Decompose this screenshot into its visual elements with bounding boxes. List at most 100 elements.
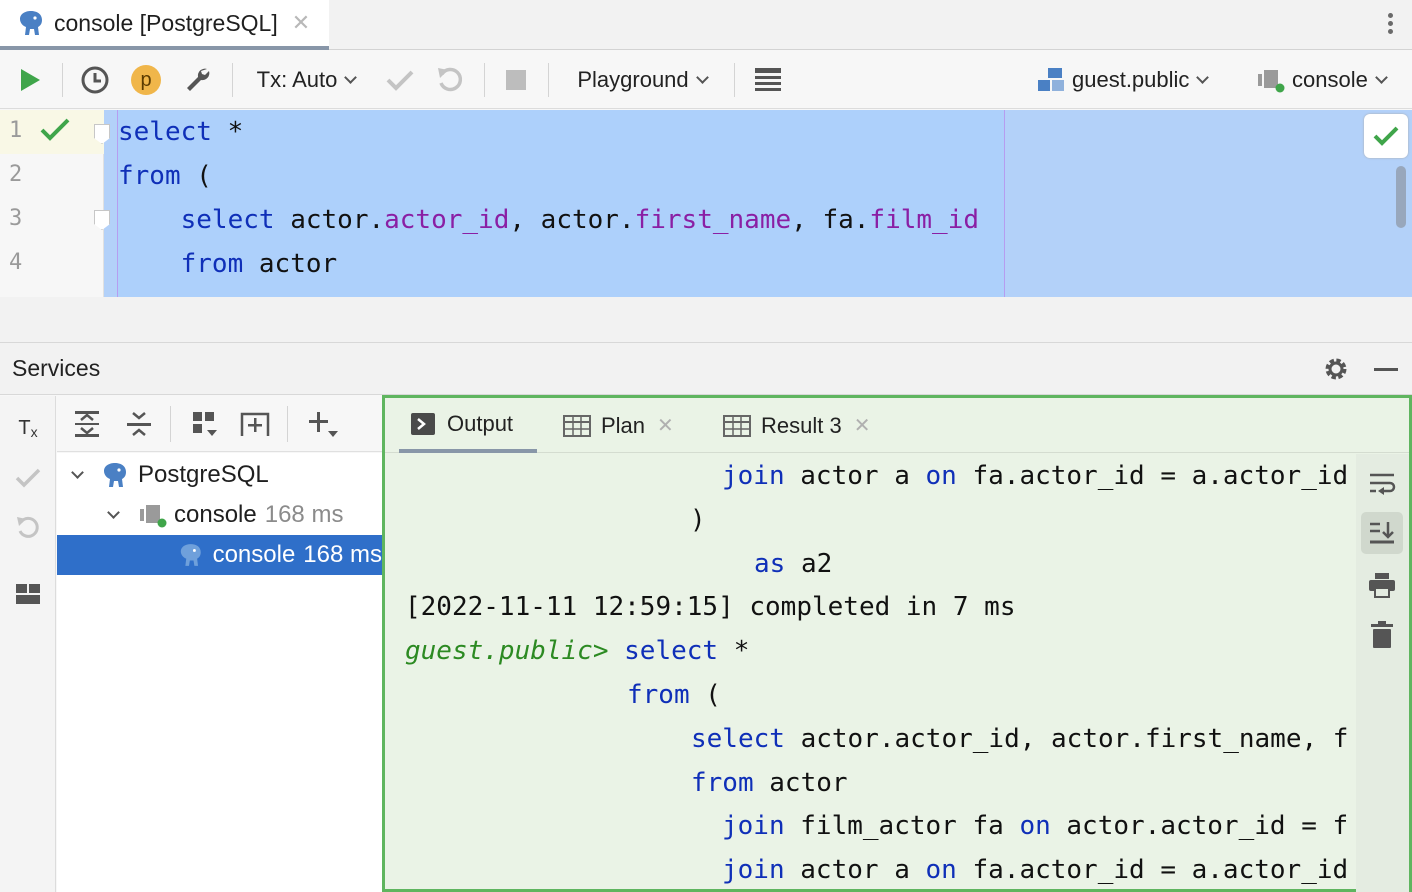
close-tab-icon[interactable]: ✕ — [854, 413, 871, 438]
playground-dropdown[interactable]: Playground — [562, 51, 722, 109]
tab-plan[interactable]: Plan ✕ — [563, 398, 674, 453]
console-token: on — [1019, 811, 1051, 842]
code-token: , actor. — [509, 205, 635, 235]
console-token: ( — [689, 680, 721, 710]
console-icon — [411, 412, 435, 435]
code-line[interactable]: from ( — [118, 154, 212, 198]
session-label: console — [1292, 67, 1368, 92]
commit-button[interactable] — [380, 51, 420, 109]
console-token: join — [722, 855, 785, 886]
print-button[interactable] — [1361, 564, 1403, 606]
gutter-line: 3 — [0, 198, 110, 242]
console-line: from ( — [627, 673, 721, 717]
tx-mode-label: Tx: Auto — [256, 67, 338, 92]
code-token: select — [180, 205, 275, 235]
checkmark-icon — [386, 70, 414, 91]
console-token — [609, 636, 625, 666]
tree-node-console-session[interactable]: console 168 ms — [57, 495, 382, 535]
settings-wrench-button[interactable] — [176, 51, 220, 109]
console-token: on — [925, 855, 957, 886]
gutter-line: 4 — [0, 242, 104, 286]
line-number: 2 — [9, 162, 23, 187]
expand-all-button[interactable] — [69, 406, 105, 442]
soft-wrap-button[interactable] — [1361, 462, 1403, 504]
scroll-to-end-button[interactable] — [1361, 512, 1403, 554]
add-service-button[interactable] — [305, 406, 341, 442]
new-tab-button[interactable] — [237, 406, 273, 442]
commit-button[interactable] — [8, 458, 48, 498]
console-token: guest.public> — [405, 636, 609, 667]
services-side-toolbar: Tx — [0, 396, 56, 892]
console-token: actor.actor_id = f — [1050, 811, 1349, 842]
chevron-down-icon[interactable] — [107, 505, 120, 519]
chevron-down-icon — [1196, 70, 1210, 84]
console-line: [2022-11-11 12:59:15] completed in 7 ms — [405, 585, 1015, 629]
history-button[interactable] — [74, 51, 116, 109]
editor-scrollbar[interactable] — [1396, 166, 1406, 228]
tree-node-time: 168 ms — [264, 501, 344, 528]
console-token: as — [754, 548, 786, 579]
chevron-down-icon[interactable] — [71, 465, 84, 479]
collapse-all-button[interactable] — [121, 406, 157, 442]
execute-button[interactable] — [10, 51, 50, 109]
layout-button[interactable] — [8, 574, 48, 614]
more-options-icon[interactable] — [1380, 10, 1400, 40]
console-token: join — [722, 461, 785, 491]
soft-wrap-icon — [1370, 473, 1396, 495]
services-tree-toolbar — [57, 396, 382, 452]
stop-icon — [506, 70, 526, 90]
hide-panel-button[interactable] — [1370, 353, 1402, 385]
services-title: Services — [12, 355, 101, 381]
settings-gear-button[interactable] — [1320, 353, 1352, 385]
tab-console-postgresql[interactable]: console [PostgreSQL] ✕ — [0, 0, 329, 50]
code-line[interactable]: select actor.actor_id, actor.first_name,… — [118, 198, 979, 242]
minimize-icon — [1374, 367, 1398, 371]
code-token: select — [118, 117, 212, 147]
tab-output[interactable]: Output — [399, 398, 537, 453]
code-area[interactable]: select * from ( select actor.actor_id, a… — [117, 110, 1005, 297]
fold-marker-icon[interactable] — [94, 124, 110, 144]
stop-button[interactable] — [496, 51, 536, 109]
tree-node-postgresql[interactable]: PostgreSQL — [57, 455, 382, 495]
editor-toolbar: p Tx: Auto Playground guest.public conso… — [0, 51, 1412, 109]
schema-dropdown[interactable]: guest.public — [1036, 51, 1230, 109]
tx-icon[interactable]: Tx — [8, 408, 48, 448]
sql-editor[interactable]: 1 2 3 4 select * from ( select actor.act… — [0, 110, 1412, 297]
panel-splitter[interactable] — [0, 297, 1412, 343]
console-output[interactable]: join actor a on fa.actor_id = a.actor_id… — [385, 454, 1356, 892]
fold-marker-icon[interactable] — [94, 210, 110, 230]
console-token: on — [925, 461, 957, 491]
close-tab-icon[interactable]: ✕ — [292, 10, 310, 36]
code-line[interactable]: from actor — [118, 242, 338, 286]
console-token: select — [624, 636, 719, 667]
tree-node-console-selected[interactable]: console 168 ms — [57, 535, 382, 575]
services-tree: PostgreSQL console 168 ms console 168 ms — [57, 453, 382, 892]
wrench-icon — [187, 68, 210, 91]
inspection-status-button[interactable] — [1364, 114, 1408, 158]
console-token: from — [627, 680, 690, 710]
group-by-button[interactable] — [187, 406, 223, 442]
close-tab-icon[interactable]: ✕ — [657, 413, 674, 438]
table-icon — [563, 414, 591, 437]
tab-result-3[interactable]: Result 3 ✕ — [723, 398, 870, 453]
session-dropdown[interactable]: console — [1256, 51, 1402, 109]
add-tab-icon — [240, 412, 270, 436]
console-session-icon — [1258, 70, 1285, 93]
rollback-button[interactable] — [8, 508, 48, 548]
code-token: from — [118, 161, 181, 191]
postgresql-elephant-icon — [104, 463, 126, 487]
console-line: guest.public> select * — [405, 629, 749, 673]
profiler-button[interactable]: p — [126, 51, 166, 109]
rollback-button[interactable] — [430, 51, 470, 109]
group-icon — [193, 412, 217, 436]
tx-mode-dropdown[interactable]: Tx: Auto — [246, 51, 366, 109]
tab-label: Plan — [601, 412, 646, 438]
output-layout-button[interactable] — [748, 51, 788, 109]
code-line[interactable]: select * — [118, 110, 243, 154]
clear-all-button[interactable] — [1361, 614, 1403, 656]
collapse-all-icon — [127, 412, 151, 436]
chevron-down-icon — [344, 70, 358, 84]
console-token: fa.actor_id = a.actor_id — [956, 855, 1349, 886]
layout-icon — [16, 584, 40, 604]
